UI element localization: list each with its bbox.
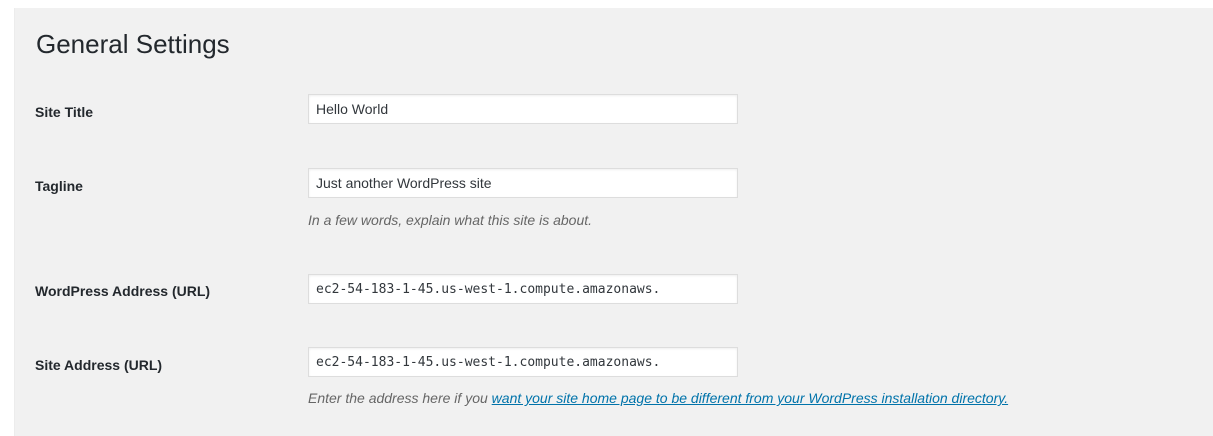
wordpress-address-label: WordPress Address (URL) <box>35 283 211 299</box>
site-address-label: Site Address (URL) <box>35 357 163 373</box>
tagline-input[interactable] <box>308 168 738 198</box>
site-title-label: Site Title <box>35 104 94 120</box>
site-address-help-link[interactable]: want your site home page to be different… <box>492 390 1008 406</box>
tagline-description: In a few words, explain what this site i… <box>308 212 593 228</box>
site-address-input[interactable] <box>308 347 738 377</box>
page-title: General Settings <box>36 29 230 59</box>
site-title-input[interactable] <box>308 94 738 124</box>
site-address-description: Enter the address here if you want your … <box>308 388 1008 408</box>
tagline-label: Tagline <box>35 178 83 194</box>
settings-panel: General Settings Site Title Tagline In a… <box>14 8 1213 436</box>
wordpress-address-input[interactable] <box>308 274 738 304</box>
site-address-description-prefix: Enter the address here if you <box>308 390 492 406</box>
